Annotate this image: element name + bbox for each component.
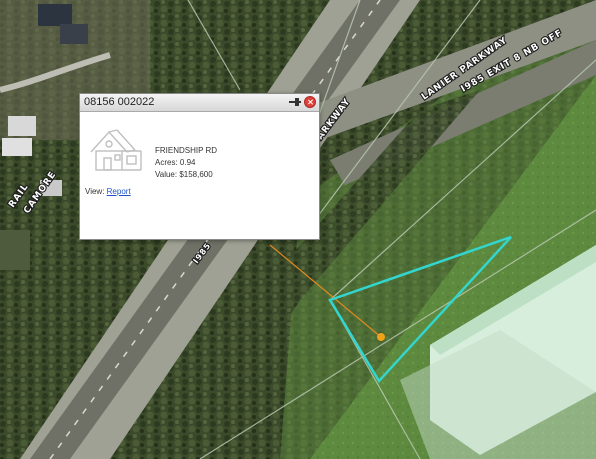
road-name: FRIENDSHIP RD xyxy=(155,146,218,155)
report-link[interactable]: Report xyxy=(107,187,131,196)
assessed-value: Value: $158,600 xyxy=(155,170,213,179)
parcel-info-popup: 08156 002022 FRIENDSHIP RD Acres: 0.94 V… xyxy=(79,93,320,240)
view-label: View: xyxy=(85,187,105,196)
parcel-marker[interactable] xyxy=(377,333,385,341)
pin-icon[interactable] xyxy=(288,96,301,108)
acres-value: Acres: 0.94 xyxy=(155,158,196,167)
popup-header: 08156 002022 xyxy=(80,94,319,112)
parcel-id-title: 08156 002022 xyxy=(84,96,155,108)
view-row: View: Report xyxy=(85,187,131,196)
close-icon[interactable] xyxy=(304,96,316,108)
parcel-details: FRIENDSHIP RD Acres: 0.94 Value: $158,60… xyxy=(155,145,217,181)
house-icon xyxy=(90,129,142,171)
